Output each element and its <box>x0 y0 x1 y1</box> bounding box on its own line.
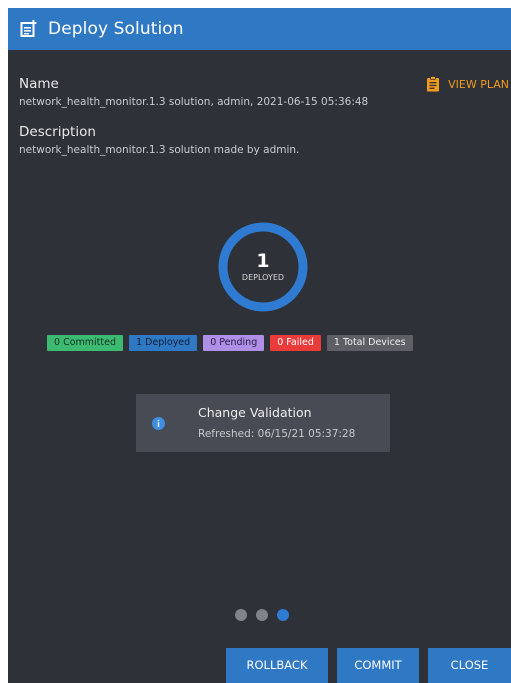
close-button[interactable]: CLOSE <box>428 648 511 683</box>
deploy-solution-dialog: Deploy Solution Name network_health_moni… <box>8 8 511 683</box>
info-icon <box>152 417 165 430</box>
change-validation-card: Change Validation Refreshed: 06/15/21 05… <box>136 394 390 452</box>
deployed-count-label: DEPLOYED <box>241 273 285 282</box>
clipboard-icon <box>427 76 440 92</box>
action-bar: ROLLBACK COMMIT CLOSE <box>226 648 511 683</box>
rollback-button[interactable]: ROLLBACK <box>226 648 328 683</box>
status-badges: 0 Committed 1 Deployed 0 Pending 0 Failed 1 … <box>47 335 413 351</box>
dialog-title: Deploy Solution <box>48 19 184 39</box>
description-value: network_health_monitor.1.3 solution made… <box>19 144 300 156</box>
validation-refreshed: Refreshed: 06/15/21 05:37:28 <box>198 428 356 440</box>
status-badge: 1 Total Devices <box>326 335 413 351</box>
commit-button[interactable]: COMMIT <box>337 648 419 683</box>
view-plan-label: VIEW PLAN <box>448 77 509 91</box>
view-plan-button[interactable]: VIEW PLAN <box>426 76 509 92</box>
validation-title: Change Validation <box>198 405 312 420</box>
name-label: Name <box>19 76 59 92</box>
name-value: network_health_monitor.1.3 solution, adm… <box>19 96 369 108</box>
pager-dot[interactable] <box>277 609 289 621</box>
status-badge: 0 Failed <box>270 335 321 351</box>
status-badge: 1 Deployed <box>128 335 198 351</box>
deployed-count: 1 <box>256 250 270 272</box>
pager-dot[interactable] <box>256 609 268 621</box>
step-pager <box>235 609 289 621</box>
description-label: Description <box>19 124 96 140</box>
status-badge: 0 Committed <box>47 335 123 351</box>
status-badge: 0 Pending <box>203 335 265 351</box>
pager-dot[interactable] <box>235 609 247 621</box>
dialog-header: Deploy Solution <box>8 8 511 50</box>
notes-add-icon <box>20 20 38 38</box>
